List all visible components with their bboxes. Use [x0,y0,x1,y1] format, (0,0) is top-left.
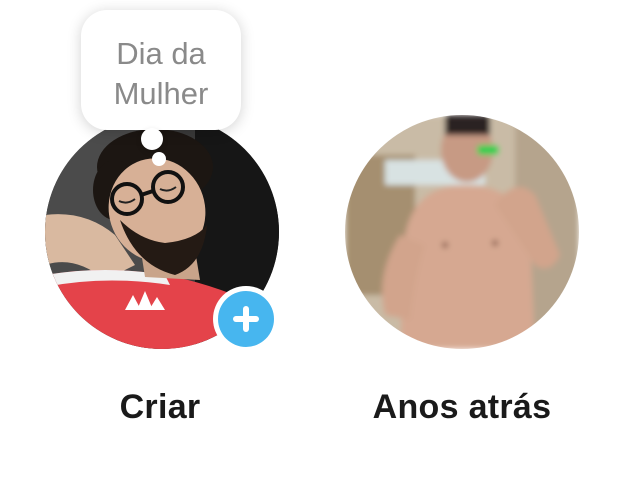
memories-label: Anos atrás [372,388,552,426]
story-memories[interactable]: Anos atrás [330,0,590,477]
plus-icon [233,306,259,332]
memories-avatar[interactable] [345,115,579,349]
add-story-button[interactable] [213,286,279,352]
story-create[interactable]: Dia da Mulher Criar [30,0,290,477]
memory-photo [345,115,579,349]
bubble-tail [141,128,163,150]
create-label: Criar [119,388,201,426]
event-bubble-text: Dia da Mulher [113,36,209,111]
bubble-tail-dot [152,152,166,166]
event-bubble: Dia da Mulher [81,10,241,130]
